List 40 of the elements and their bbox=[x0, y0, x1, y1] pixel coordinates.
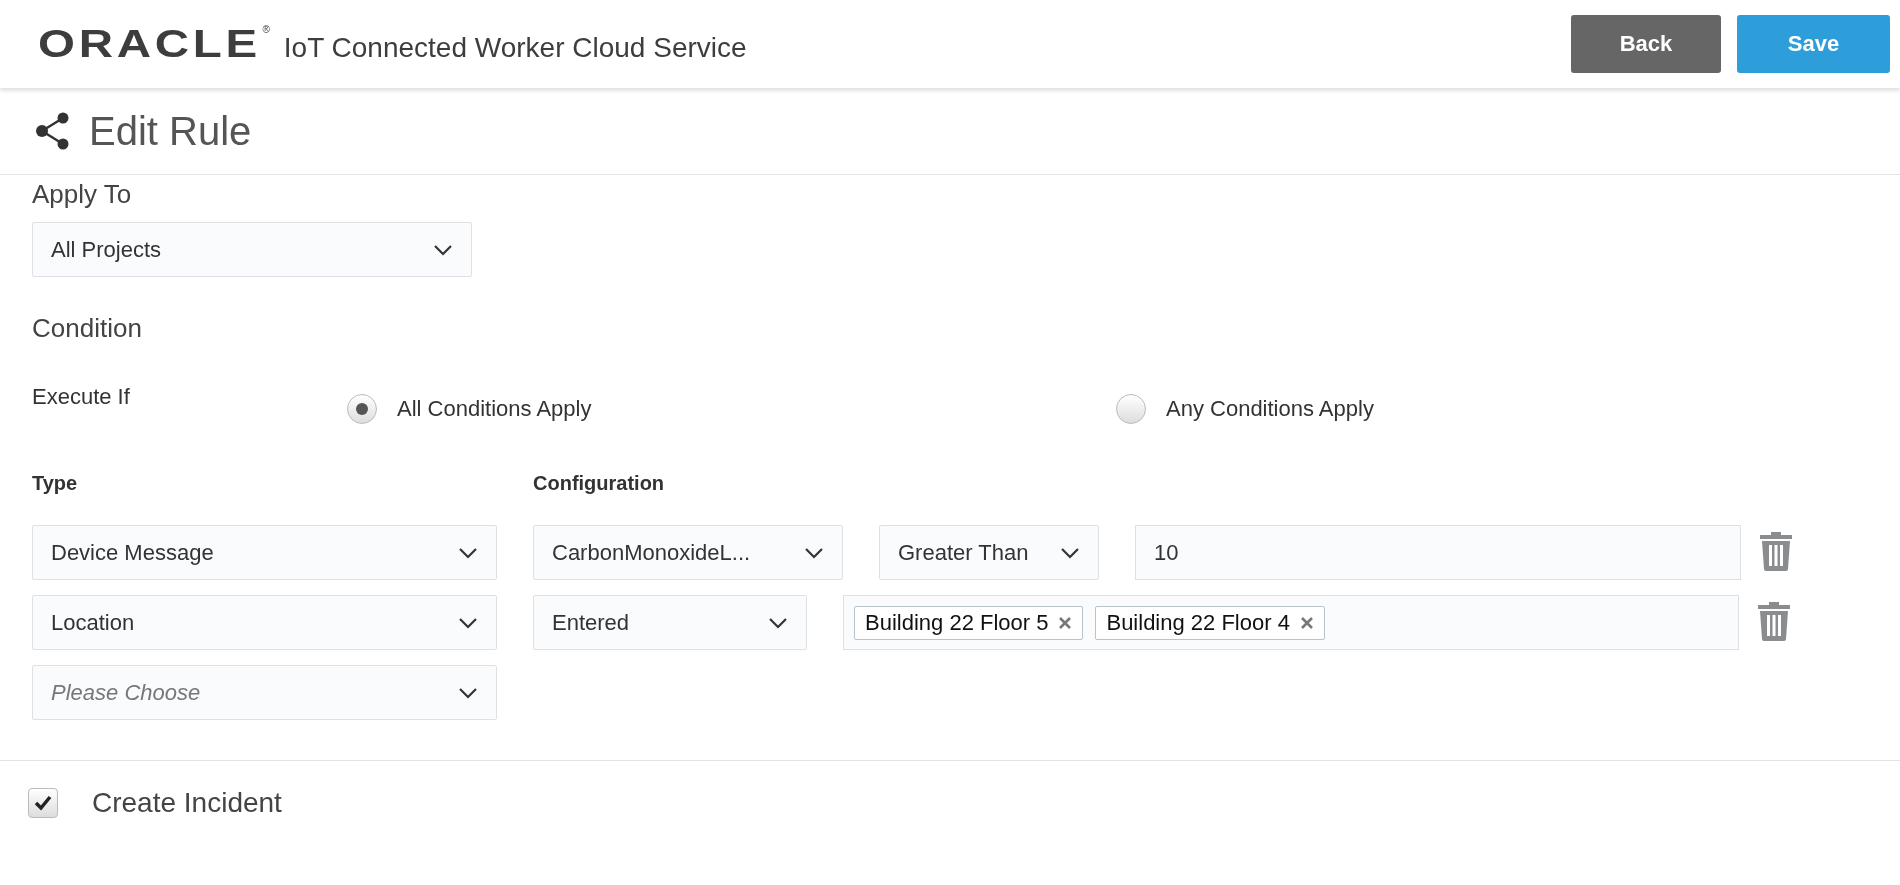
column-heading: Type bbox=[32, 472, 79, 495]
select-field[interactable]: Location bbox=[32, 595, 497, 650]
field-label: Execute If bbox=[32, 384, 131, 410]
check-icon bbox=[34, 795, 52, 811]
radio-label[interactable]: All Conditions Apply bbox=[397, 396, 592, 422]
select-field[interactable]: All Projects bbox=[32, 222, 472, 277]
chevron-down-icon bbox=[1060, 546, 1080, 559]
input-field[interactable]: 10 bbox=[1135, 525, 1741, 580]
tag-chip: Building 22 Floor 4 bbox=[1095, 605, 1325, 640]
chevron-down-icon bbox=[458, 616, 478, 629]
back-button[interactable]: Back bbox=[1571, 15, 1721, 73]
chevron-down-icon bbox=[433, 243, 453, 256]
chevron-down-icon bbox=[458, 686, 478, 699]
radio-label[interactable]: Any Conditions Apply bbox=[1166, 396, 1374, 422]
checkbox-label[interactable]: Create Incident bbox=[92, 787, 282, 819]
remove-icon[interactable] bbox=[1299, 615, 1314, 630]
select-field[interactable]: CarbonMonoxideL... bbox=[533, 525, 843, 580]
select-field[interactable]: Entered bbox=[533, 595, 807, 650]
radio-button[interactable] bbox=[347, 394, 377, 424]
tag-chip: Building 22 Floor 5 bbox=[854, 605, 1084, 640]
remove-icon[interactable] bbox=[1058, 615, 1073, 630]
oracle-logo: ORACLE bbox=[38, 22, 262, 66]
delete-icon[interactable] bbox=[1759, 530, 1793, 571]
select-field[interactable]: Please Choose bbox=[32, 665, 497, 720]
column-heading: Configuration bbox=[533, 472, 665, 495]
chevron-down-icon bbox=[804, 546, 824, 559]
section-heading: Condition bbox=[32, 313, 143, 344]
section-heading: Apply To bbox=[32, 179, 133, 210]
product-name: IoT Connected Worker Cloud Service bbox=[283, 32, 747, 64]
page-title: Edit Rule bbox=[89, 108, 252, 154]
select-field[interactable]: Greater Than bbox=[879, 525, 1099, 580]
select-field[interactable]: Device Message bbox=[32, 525, 497, 580]
chevron-down-icon bbox=[768, 616, 788, 629]
registered-mark: ® bbox=[262, 24, 270, 35]
checkbox[interactable] bbox=[28, 788, 58, 818]
radio-button[interactable] bbox=[1116, 394, 1146, 424]
tag-input-field[interactable]: Building 22 Floor 5 Building 22 Floor 4 bbox=[843, 595, 1739, 650]
delete-icon[interactable] bbox=[1757, 600, 1791, 641]
chevron-down-icon bbox=[458, 546, 478, 559]
share-icon bbox=[35, 111, 71, 151]
